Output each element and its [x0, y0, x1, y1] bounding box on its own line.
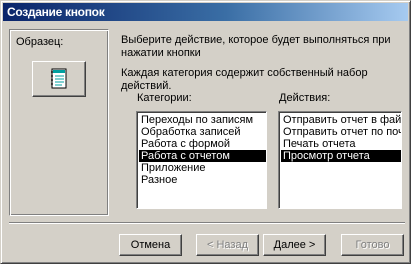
category-item[interactable]: Разное	[139, 174, 266, 186]
window-title: Создание кнопок	[7, 5, 105, 19]
button-row-divider	[9, 222, 405, 224]
categories-label: Категории:	[137, 92, 192, 104]
category-item[interactable]: Обработка записей	[139, 126, 266, 138]
category-item[interactable]: Работа с формой	[139, 138, 266, 150]
action-item[interactable]: Печать отчета	[281, 138, 401, 150]
sample-panel: Образец:	[9, 29, 109, 216]
instruction-text: Выберите действие, которое будет выполня…	[121, 34, 391, 59]
category-item-selected[interactable]: Работа с отчетом	[139, 150, 266, 162]
category-item[interactable]: Приложение	[139, 162, 266, 174]
category-hint-text: Каждая категория содержит собственный на…	[121, 67, 368, 92]
action-item[interactable]: Отправить отчет по почте	[281, 126, 401, 138]
sample-label: Образец:	[16, 36, 64, 48]
action-item[interactable]: Отправить отчет в файл	[281, 114, 401, 126]
command-button-wizard-dialog: Создание кнопок Образец: Выберите действ…	[0, 0, 411, 264]
finish-button[interactable]: Готово	[341, 234, 404, 256]
actions-listbox[interactable]: Отправить отчет в файл Отправить отчет п…	[278, 111, 402, 209]
categories-listbox[interactable]: Переходы по записям Обработка записей Ра…	[136, 111, 267, 209]
cancel-button[interactable]: Отмена	[119, 234, 182, 256]
actions-label: Действия:	[279, 92, 331, 104]
title-bar[interactable]: Создание кнопок	[3, 3, 408, 21]
back-button[interactable]: < Назад	[196, 234, 259, 256]
sample-preview-button	[32, 61, 86, 97]
action-item-selected[interactable]: Просмотр отчета	[281, 150, 401, 162]
category-item[interactable]: Переходы по записям	[139, 114, 266, 126]
next-button[interactable]: Далее >	[263, 234, 326, 256]
form-icon	[51, 68, 67, 89]
